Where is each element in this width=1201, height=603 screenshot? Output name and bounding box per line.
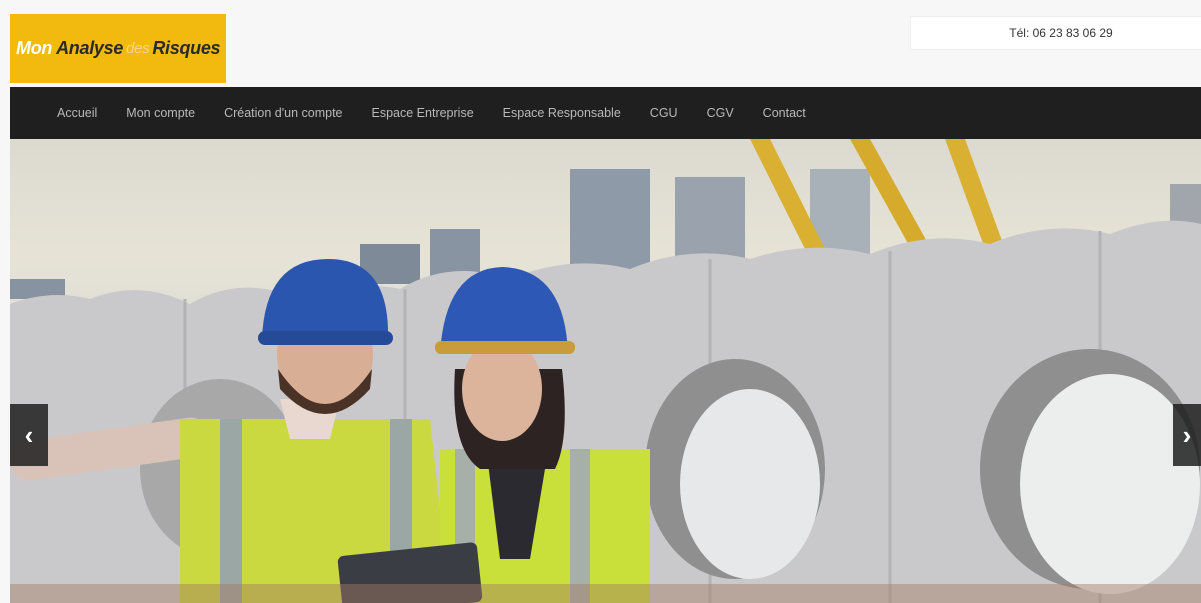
main-navbar: Accueil Mon compte Création d'un compte … — [10, 87, 1201, 139]
nav-item-contact[interactable]: Contact — [763, 106, 806, 120]
logo-word-des: des — [126, 40, 150, 57]
nav-item-espace-entreprise[interactable]: Espace Entreprise — [372, 106, 474, 120]
hero-carousel: ‹ › — [10, 139, 1201, 603]
logo-word-mon: Mon — [16, 38, 53, 58]
chevron-left-icon: ‹ — [24, 419, 34, 450]
chevron-right-icon: › — [1182, 419, 1192, 450]
site-logo[interactable]: Mon Analyse des Risques — [10, 14, 226, 83]
logo-word-analyse: Analyse — [56, 38, 124, 58]
nav-item-espace-responsable[interactable]: Espace Responsable — [503, 106, 621, 120]
nav-item-cgv[interactable]: CGV — [707, 106, 734, 120]
nav-item-cgu[interactable]: CGU — [650, 106, 678, 120]
nav-item-mon-compte[interactable]: Mon compte — [126, 106, 195, 120]
carousel-prev-button[interactable]: ‹ — [10, 404, 48, 466]
carousel-next-button[interactable]: › — [1173, 404, 1201, 466]
nav-item-creation-compte[interactable]: Création d'un compte — [224, 106, 342, 120]
nav-item-accueil[interactable]: Accueil — [57, 106, 97, 120]
logo-word-risques: Risques — [152, 38, 221, 58]
phone-contact: Tél: 06 23 83 06 29 — [910, 16, 1201, 50]
hero-slide-image — [10, 139, 1201, 603]
